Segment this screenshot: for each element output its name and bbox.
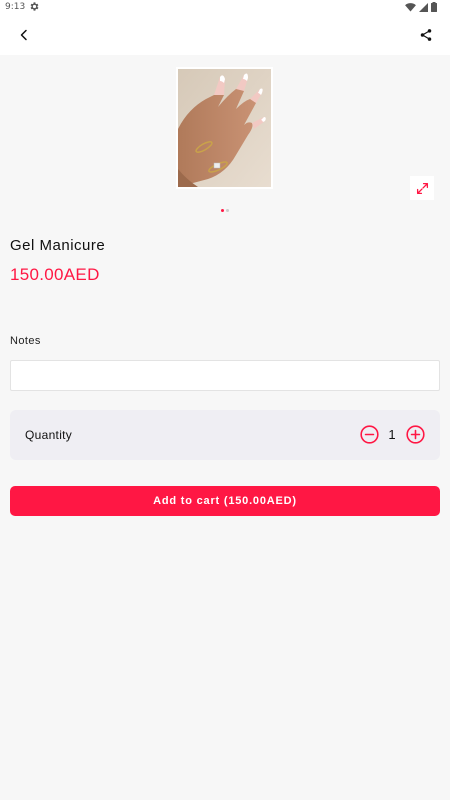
wifi-icon — [405, 2, 416, 12]
product-title: Gel Manicure — [10, 237, 106, 254]
add-to-cart-button[interactable]: Add to cart (150.00AED) — [10, 486, 440, 516]
product-image[interactable] — [176, 67, 273, 189]
settings-gear-icon — [30, 2, 39, 11]
signal-icon — [419, 2, 428, 12]
back-button[interactable] — [12, 23, 36, 47]
status-icons — [405, 2, 437, 12]
expand-arrows-icon — [416, 182, 428, 194]
plus-circle-icon[interactable] — [406, 425, 425, 444]
product-price: 150.00AED — [10, 265, 100, 284]
battery-icon — [431, 2, 437, 12]
manicured-nails-photo — [178, 69, 271, 187]
status-time: 9:13 — [5, 2, 26, 12]
share-button[interactable] — [414, 23, 438, 47]
status-bar: 9:13 — [0, 0, 450, 14]
product-gallery[interactable] — [0, 55, 450, 225]
notes-input[interactable] — [10, 360, 440, 391]
quantity-label: Quantity — [25, 428, 73, 442]
minus-circle-icon[interactable] — [360, 425, 379, 444]
expand-image-button[interactable] — [410, 176, 434, 200]
pagination-dot-active[interactable] — [221, 209, 224, 212]
quantity-value: 1 — [388, 427, 396, 442]
app-bar — [0, 14, 450, 55]
quantity-stepper: Quantity 1 — [10, 410, 440, 460]
notes-label: Notes — [10, 335, 41, 347]
pagination-dot[interactable] — [226, 209, 229, 212]
share-icon — [420, 29, 432, 41]
back-arrow-icon — [20, 29, 27, 41]
gallery-pagination — [221, 209, 229, 212]
